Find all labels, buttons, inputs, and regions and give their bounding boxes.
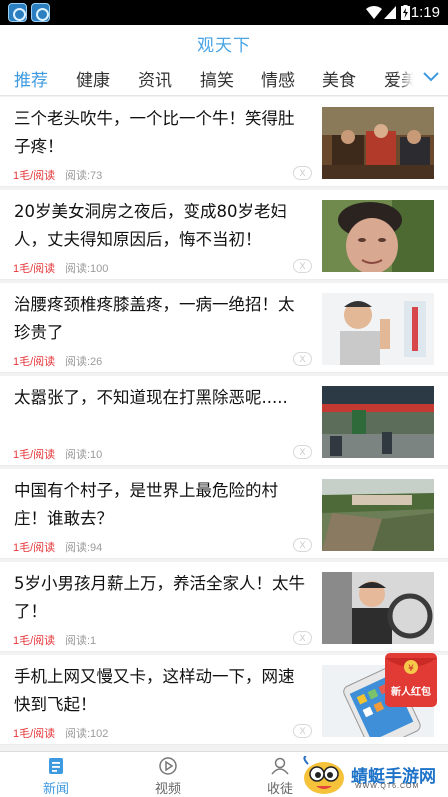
read-count: 阅读:1 <box>65 635 97 647</box>
price-per-read: 1毛/阅读 <box>13 635 56 647</box>
app-notification-icon <box>8 3 27 22</box>
app-header: 观天下 <box>0 25 448 59</box>
red-packet-label: 新人红包 <box>391 687 431 698</box>
news-item[interactable]: 20岁美女洞房之夜后，变成80岁老妇人，丈夫得知原因后，悔不当初！ 1毛/阅读 … <box>0 190 448 280</box>
news-thumbnail <box>322 386 434 458</box>
status-bar: 1:19 <box>0 0 448 25</box>
site-watermark: 蜻蜓手游网 WWW.QT6.COM <box>300 755 448 797</box>
tab-health[interactable]: 健康 <box>76 66 110 91</box>
svg-text:¥: ¥ <box>408 664 414 674</box>
news-title: 手机上网又慢又卡，这样动一下，网速快到飞起！ <box>14 667 295 714</box>
news-thumbnail <box>322 293 434 365</box>
chevron-down-icon <box>423 72 439 82</box>
news-thumbnail <box>322 479 434 551</box>
more-tabs-button[interactable] <box>414 59 448 95</box>
news-item[interactable]: 手机上网又慢又卡，这样动一下，网速快到飞起！ 1毛/阅读 阅读:102 X <box>0 655 448 745</box>
price-per-read: 1毛/阅读 <box>13 263 56 275</box>
category-tabs: 推荐 健康 资讯 搞笑 情感 美食 爱美 <box>0 59 448 96</box>
tab-news[interactable]: 资讯 <box>138 66 172 91</box>
read-count: 阅读:26 <box>65 356 103 368</box>
news-item[interactable]: 治腰疼颈椎疼膝盖疼，一病一绝招！太珍贵了 1毛/阅读 阅读:26 X <box>0 283 448 373</box>
news-title: 中国有个村子，是世界上最危险的村庄！谁敢去？ <box>14 481 278 528</box>
news-thumbnail <box>322 107 434 179</box>
news-title: 20岁美女洞房之夜后，变成80岁老妇人，丈夫得知原因后，悔不当初！ <box>14 202 287 249</box>
dismiss-button[interactable]: X <box>293 166 312 180</box>
nav-video-label: 视频 <box>154 782 181 797</box>
dismiss-button[interactable]: X <box>293 538 312 552</box>
page-title: 观天下 <box>197 36 251 56</box>
dismiss-button[interactable]: X <box>293 445 312 459</box>
price-per-read: 1毛/阅读 <box>13 449 56 461</box>
watermark-url: WWW.QT6.COM <box>355 783 420 790</box>
nav-news-label: 新闻 <box>42 782 69 797</box>
news-item[interactable]: 5岁小男孩月薪上万，养活全家人！太牛了！ 1毛/阅读 阅读:1 X <box>0 562 448 652</box>
news-item[interactable]: 中国有个村子，是世界上最危险的村庄！谁敢去？ 1毛/阅读 阅读:94 X <box>0 469 448 559</box>
dismiss-button[interactable]: X <box>293 724 312 738</box>
read-count: 阅读:73 <box>65 170 103 182</box>
tab-beauty[interactable]: 爱美 <box>384 66 418 91</box>
price-per-read: 1毛/阅读 <box>13 356 56 368</box>
dismiss-button[interactable]: X <box>293 259 312 273</box>
new-user-red-packet[interactable]: ¥ 新人红包 <box>384 652 438 708</box>
dragonfly-logo-icon <box>303 755 344 794</box>
battery-icon <box>401 5 410 20</box>
wifi-icon <box>366 5 382 20</box>
tab-funny[interactable]: 搞笑 <box>200 66 234 91</box>
dismiss-button[interactable]: X <box>293 352 312 366</box>
news-item[interactable]: 三个老头吹牛，一个比一个牛！笑得肚子疼！ 1毛/阅读 阅读:73 X <box>0 97 448 187</box>
nav-video[interactable]: 视频 <box>128 752 208 797</box>
news-icon <box>49 758 63 774</box>
nav-news[interactable]: 新闻 <box>16 752 96 797</box>
price-per-read: 1毛/阅读 <box>13 170 56 182</box>
tab-food[interactable]: 美食 <box>322 66 356 91</box>
red-packet-icon: ¥ <box>385 653 437 707</box>
clock: 1:19 <box>410 4 440 21</box>
news-item[interactable]: 太嚣张了，不知道现在打黑除恶呢..... 1毛/阅读 阅读:10 X <box>0 376 448 466</box>
read-count: 阅读:94 <box>65 542 103 554</box>
news-title: 治腰疼颈椎疼膝盖疼，一病一绝招！太珍贵了 <box>14 295 295 342</box>
tab-emotion[interactable]: 情感 <box>261 66 295 91</box>
dismiss-button[interactable]: X <box>293 631 312 645</box>
news-title: 5岁小男孩月薪上万，养活全家人！太牛了！ <box>14 574 305 621</box>
read-count: 阅读:102 <box>65 728 109 740</box>
news-title: 太嚣张了，不知道现在打黑除恶呢..... <box>14 388 288 407</box>
price-per-read: 1毛/阅读 <box>13 542 56 554</box>
app-notification-icon <box>31 3 50 22</box>
news-title: 三个老头吹牛，一个比一个牛！笑得肚子疼！ <box>14 109 295 156</box>
read-count: 阅读:100 <box>65 263 109 275</box>
users-icon <box>271 757 289 775</box>
play-icon <box>159 757 177 775</box>
news-thumbnail <box>322 200 434 272</box>
signal-icon <box>384 6 396 19</box>
read-count: 阅读:10 <box>65 449 103 461</box>
tab-recommend[interactable]: 推荐 <box>14 66 48 91</box>
news-thumbnail <box>322 572 434 644</box>
price-per-read: 1毛/阅读 <box>13 728 56 740</box>
